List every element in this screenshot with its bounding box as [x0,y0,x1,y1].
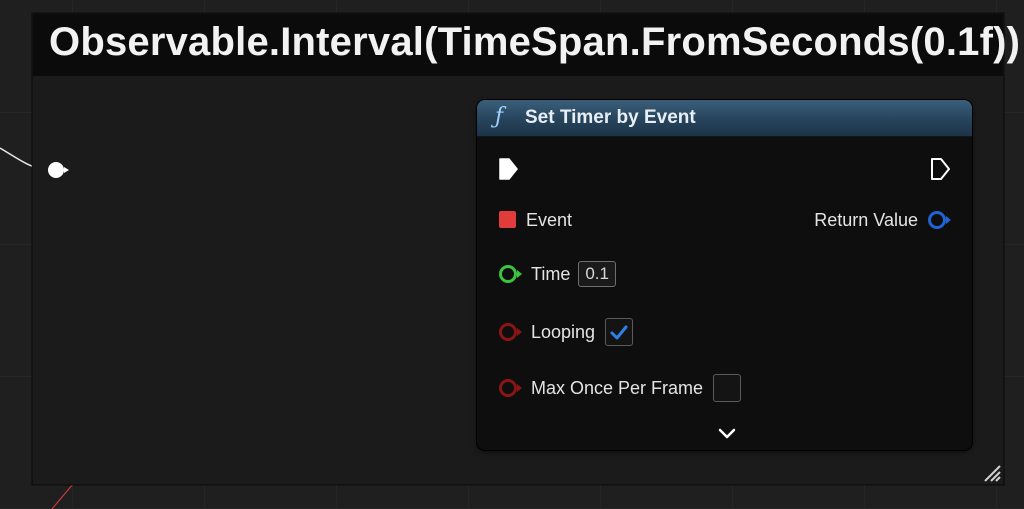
looping-checkbox[interactable] [605,318,634,346]
struct-pin-icon[interactable] [926,209,952,231]
exec-out-pin-icon[interactable] [929,156,951,182]
float-pin-icon[interactable] [497,263,523,285]
return-value-pin-row[interactable]: Return Value [814,205,952,235]
resize-grip-icon[interactable] [981,462,1001,482]
event-pin-row[interactable]: Event [498,205,572,235]
time-value-input[interactable]: 0.1 [578,261,616,287]
event-pin-label: Event [526,209,573,230]
delegate-pin-icon[interactable] [498,210,518,230]
bool-pin-icon[interactable] [497,377,523,399]
comment-title: Observable.Interval(TimeSpan.FromSeconds… [49,20,1021,64]
chevron-down-icon[interactable] [712,424,742,444]
exec-in-pin-icon[interactable] [497,156,519,182]
set-timer-by-event-node[interactable]: ƒ Set Timer by Event Event Return Value [477,100,972,450]
reroute-node[interactable] [45,160,71,180]
max-once-per-frame-pin-row[interactable]: Max Once Per Frame [497,373,742,403]
function-icon: ƒ [495,104,504,129]
max-once-per-frame-pin-label: Max Once Per Frame [531,377,704,398]
node-header[interactable]: ƒ Set Timer by Event [477,100,972,137]
time-pin-label: Time [531,263,571,284]
exec-out-row [929,154,951,184]
max-once-per-frame-checkbox[interactable] [713,374,742,402]
looping-pin-row[interactable]: Looping [497,317,634,347]
checkmark-icon [610,325,628,340]
exec-in-row [497,154,519,184]
bool-pin-icon[interactable] [497,321,523,343]
looping-pin-label: Looping [531,321,596,342]
node-title: Set Timer by Event [525,107,696,128]
time-pin-row[interactable]: Time 0.1 [497,259,616,289]
comment-header[interactable]: Observable.Interval(TimeSpan.FromSeconds… [33,14,1020,76]
return-value-pin-label: Return Value [814,209,918,230]
